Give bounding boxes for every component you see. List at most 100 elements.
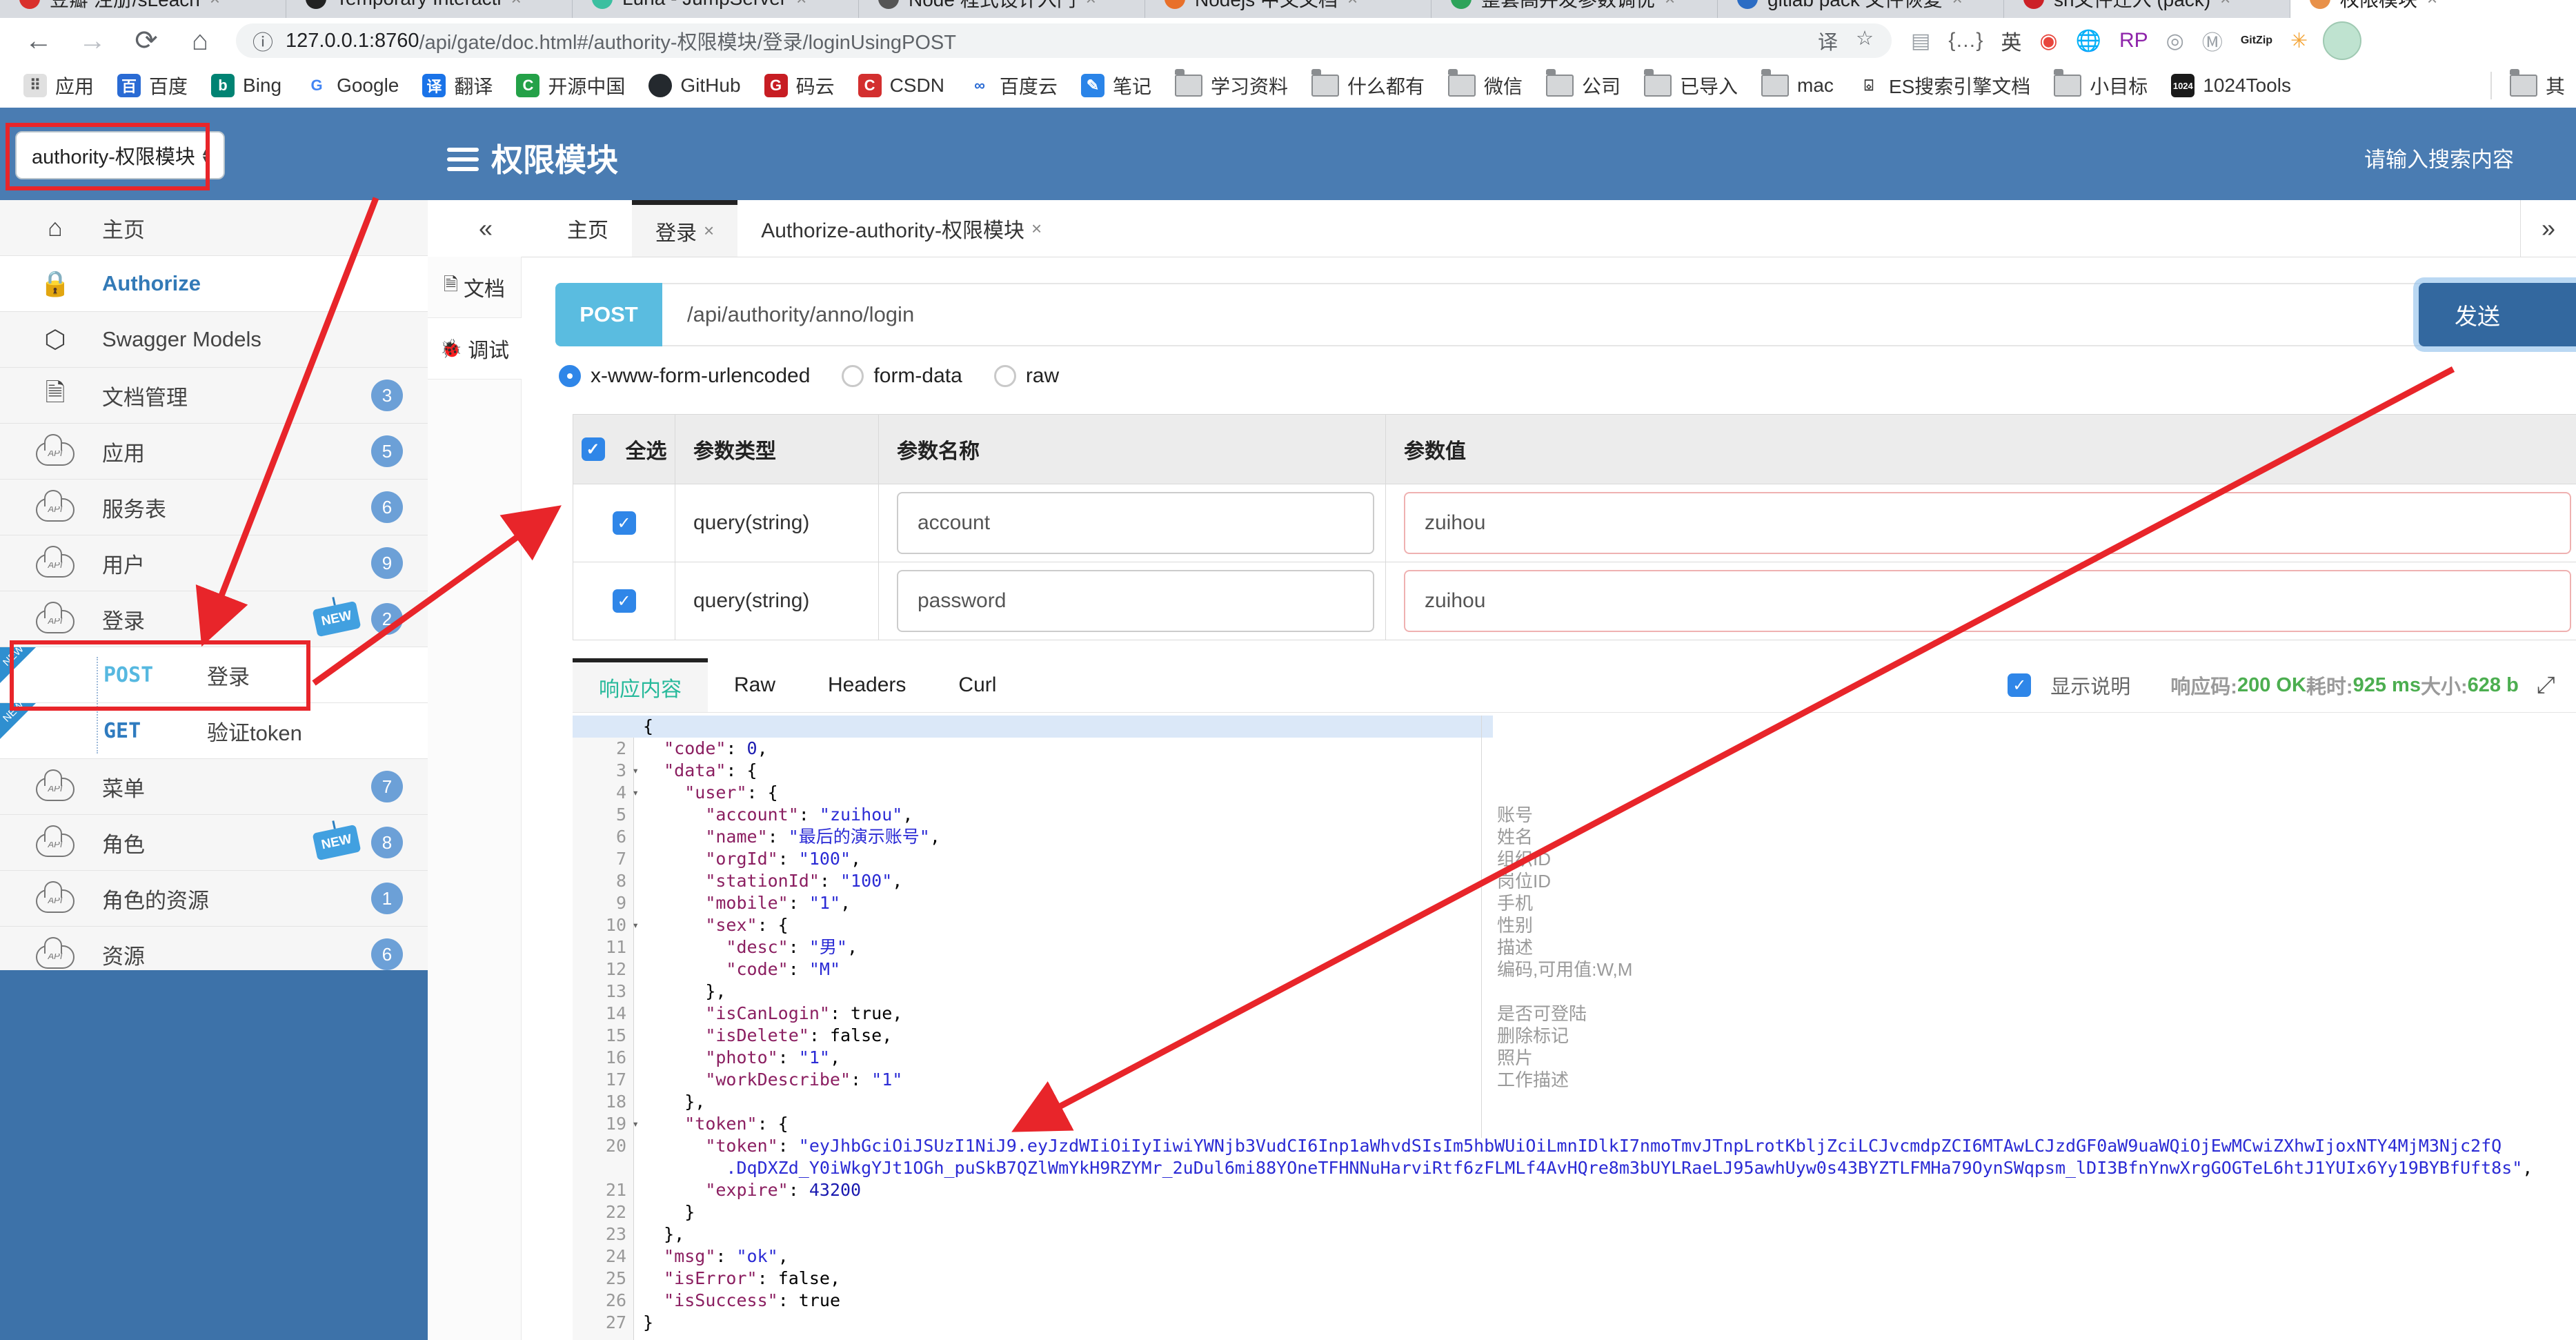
sidebar-item[interactable]: API 角色 NEW 8 [0,815,428,871]
reader-extension-icon[interactable]: ▤ [1911,29,1930,53]
browser-tab[interactable]: 豆瓣 注册/sLeach × [0,0,286,18]
bookmark-item[interactable]: 公司 [1546,69,1621,99]
bookmark-item[interactable]: C 开源中国 [516,72,625,99]
content-tab[interactable]: Authorize-authority-权限模块 × [737,200,1065,257]
bookmark-item[interactable]: 什么都有 [1311,69,1425,99]
sidebar-item[interactable]: 🗎 文档管理 3 [0,368,428,424]
content-tab[interactable]: 登录 × [632,200,738,257]
browser-tab-close-icon[interactable]: × [1665,0,1675,10]
header-search-input[interactable]: 请输入搜索内容 [2364,142,2514,173]
sidebar-item[interactable]: API 服务表 6 [0,480,428,535]
hamburger-icon[interactable] [447,142,479,177]
bookmark-item[interactable]: 小目标 [2054,69,2148,99]
fold-caret-icon[interactable]: ▾ [632,914,639,936]
param-value-input[interactable]: zuihou [1404,570,2571,632]
back-icon[interactable]: ← [23,26,54,57]
browser-tab-close-icon[interactable]: × [210,0,220,10]
browser-tab[interactable]: Temporary Interacti × [286,0,573,18]
param-name-input[interactable]: password [897,570,1374,632]
sidebar-item[interactable]: ⌂ 主页 [0,200,428,256]
send-button[interactable]: 发送 [2419,283,2576,346]
expand-icon[interactable]: ⤢ [2537,672,2555,699]
bookmark-item[interactable]: mac [1761,69,1834,97]
tab-close-icon[interactable]: × [1031,218,1042,239]
browser-tab-close-icon[interactable]: × [1952,0,1963,10]
sidebar-item[interactable]: 🔒 Authorize [0,256,428,312]
sidebar-item[interactable]: ⬡ Swagger Models [0,312,428,368]
bookmark-item[interactable]: ⠿ 应用 [23,72,94,99]
bookmark-item[interactable]: G Google [305,74,399,97]
bookmarks-overflow[interactable]: 其 [2490,69,2565,99]
fold-caret-icon[interactable]: ▾ [632,782,639,804]
request-url-input[interactable]: /api/authority/anno/login [662,283,2445,346]
bookmark-item[interactable]: 已导入 [1644,69,1738,99]
browser-tab[interactable]: gitlab pack 文件恢复 × [1718,0,2004,18]
ring-extension-icon[interactable]: ◎ [2166,29,2184,53]
json-extension-icon[interactable]: {…} [1948,29,1983,52]
chrome-extension-icon[interactable]: ◉ [2039,29,2057,53]
response-tab-响应内容[interactable]: 响应内容 [573,658,708,712]
param-checkbox[interactable]: ✓ [612,511,636,535]
bookmark-item[interactable]: ✎ 笔记 [1080,72,1151,99]
forward-icon[interactable]: → [77,26,108,57]
bookmark-item[interactable]: ∞ 百度云 [967,72,1058,99]
browser-tab[interactable]: Node 程式设计入门 × [859,0,1145,18]
translate-icon[interactable]: 译 [1818,26,1838,55]
param-checkbox[interactable]: ✓ [612,589,636,613]
browser-tab[interactable]: 权限模块 × [2290,0,2576,18]
body-type-radio-form-data[interactable]: form-data [842,364,962,388]
browser-tab[interactable]: 整套高并发参数调优 × [1431,0,1718,18]
shield-m-extension-icon[interactable]: Ⓜ [2202,26,2223,56]
sidebar-endpoint-get[interactable]: NEW GET 验证token [0,699,428,759]
home-icon[interactable]: ⌂ [185,26,215,57]
browser-tab-close-icon[interactable]: × [1347,0,1358,10]
bookmark-item[interactable]: C CSDN [858,74,944,97]
response-tab-Curl[interactable]: Curl [932,658,1022,712]
fold-caret-icon[interactable]: ▾ [632,1113,639,1135]
browser-tab-close-icon[interactable]: × [796,0,806,10]
show-desc-checkbox[interactable]: ✓ [2008,673,2032,697]
panel-tab-文档[interactable]: 🗎 文档 [428,257,521,318]
tabbar-expand-icon[interactable]: » [2520,200,2576,257]
bookmark-item[interactable]: ⌺ ES搜索引擎文档 [1856,72,2030,99]
browser-tab[interactable]: Luna - JumpServer × [573,0,859,18]
sidebar-item[interactable]: API 角色的资源 1 [0,871,428,927]
response-json-editor[interactable]: 1▾23▾4▾5678910▾111213141516171819▾202122… [573,716,2576,1340]
param-value-input[interactable]: zuihou [1404,492,2571,554]
body-type-radio-raw[interactable]: raw [993,364,1059,388]
tabbar-collapse-icon[interactable]: « [428,200,544,257]
sidebar-item[interactable]: API 应用 5 [0,424,428,480]
body-type-radio-x-www-form-urlencoded[interactable]: x-www-form-urlencoded [559,364,810,388]
rp-extension-icon[interactable]: RP [2119,29,2148,52]
gitzip-extension-icon[interactable]: GitZip [2241,35,2272,47]
panel-tab-调试[interactable]: 🐞 调试 [428,318,522,380]
asterisk-extension-icon[interactable]: ✳ [2290,29,2308,53]
bookmark-item[interactable]: 微信 [1447,69,1523,99]
bookmark-item[interactable]: 学习资料 [1174,69,1288,99]
globe-extension-icon[interactable]: 🌐 [2076,29,2101,53]
response-tab-Headers[interactable]: Headers [802,658,932,712]
bookmark-item[interactable]: 1024 1024Tools [2171,74,2291,97]
browser-tab[interactable]: sh文件迁入 (pack) × [2004,0,2290,18]
page-info-icon[interactable]: ⓘ [252,26,273,56]
response-tab-Raw[interactable]: Raw [708,658,802,712]
select-all-checkbox[interactable]: ✓ [581,437,605,461]
bookmark-item[interactable]: 译翻译 [422,72,493,99]
bookmark-item[interactable]: GitHub [648,74,741,97]
param-name-input[interactable]: account [897,492,1374,554]
sidebar-item[interactable]: API 用户 9 [0,535,428,591]
browser-tab-close-icon[interactable]: × [2427,0,2437,10]
address-bar[interactable]: ⓘ 127.0.0.1:8760 /api/gate/doc.html#/aut… [236,23,1892,58]
profile-avatar[interactable] [2323,21,2362,60]
reload-icon[interactable]: ⟳ [131,25,161,57]
bookmark-item[interactable]: G 码云 [764,72,835,99]
bookmark-item[interactable]: b Bing [211,74,281,97]
sidebar-item[interactable]: API 登录 NEW 2 [0,591,428,647]
bookmark-star-icon[interactable]: ☆ [1856,26,1874,55]
fold-caret-icon[interactable]: ▾ [632,760,639,782]
bookmark-item[interactable]: 百百度 [117,72,188,99]
browser-tab-close-icon[interactable]: × [2220,0,2230,10]
browser-tab[interactable]: Nodejs 中文文档 × [1145,0,1431,18]
en-translate-extension-icon[interactable]: 英 [2001,26,2021,56]
content-tab[interactable]: 主页 [544,200,632,257]
